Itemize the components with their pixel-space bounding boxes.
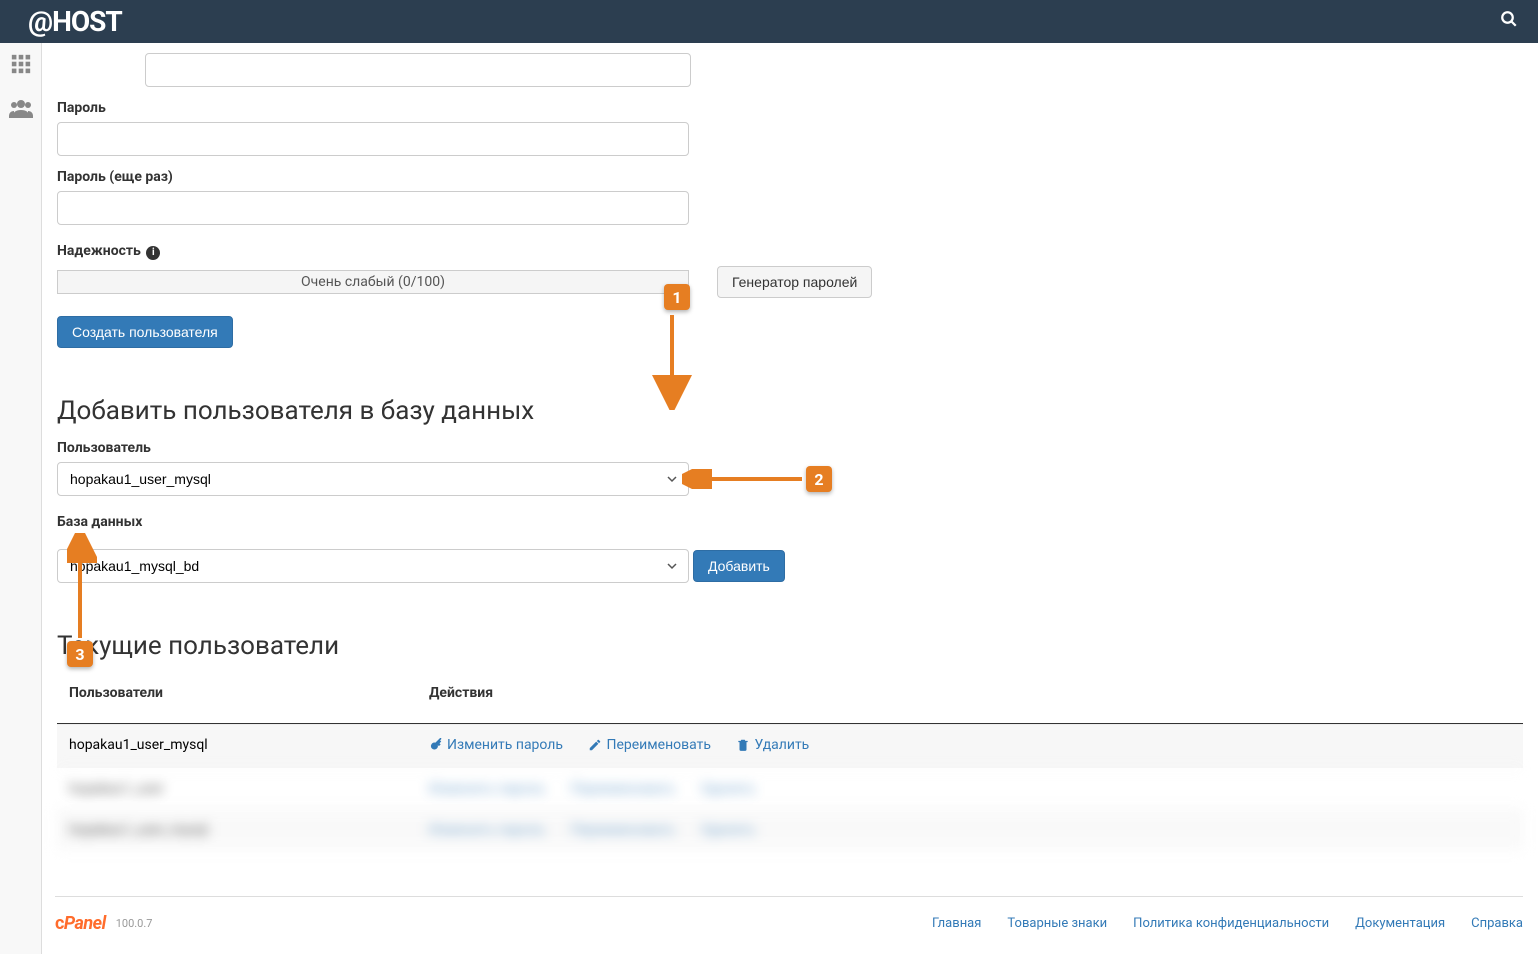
footer-links: Главная Товарные знаки Политика конфиден… [932, 916, 1523, 931]
database-select[interactable]: hopakau1_mysql_bd [57, 549, 689, 583]
database-select-label: База данных [57, 514, 1523, 530]
current-users-heading: Текущие пользователи [57, 631, 1523, 661]
brand-logo: @HOST [28, 5, 122, 38]
search-icon[interactable] [1500, 10, 1518, 33]
footer-link-privacy[interactable]: Политика конфиденциальности [1133, 916, 1329, 931]
table-row: hopakau1_user_mysql Изменить пароль Пере… [57, 809, 1523, 850]
footer-link-trademarks[interactable]: Товарные знаки [1007, 916, 1107, 931]
user-select-label: Пользователь [57, 440, 1523, 456]
footer-link-docs[interactable]: Документация [1355, 916, 1445, 931]
cpanel-logo: cPanel [55, 913, 106, 934]
user-select[interactable]: hopakau1_user_mysql [57, 462, 689, 496]
annotation-badge-3: 3 [67, 641, 93, 667]
users-icon[interactable] [9, 98, 33, 123]
column-users-header: Пользователи [69, 685, 429, 701]
version-text: 100.0.7 [116, 917, 153, 930]
delete-link[interactable]: Удалить [736, 737, 809, 753]
apps-grid-icon[interactable] [10, 53, 32, 80]
annotation-badge-2: 2 [806, 466, 832, 492]
top-input-partial[interactable] [145, 53, 691, 87]
key-icon [429, 738, 443, 752]
footer-link-help[interactable]: Справка [1471, 916, 1523, 931]
trash-icon [736, 738, 750, 752]
sidebar [0, 43, 42, 954]
add-button[interactable]: Добавить [693, 550, 785, 582]
table-row: hopakau1_user Изменить пароль Переименов… [57, 768, 1523, 809]
create-user-button[interactable]: Создать пользователя [57, 316, 233, 348]
change-password-link[interactable]: Изменить пароль [429, 737, 563, 753]
annotation-arrow-2 [682, 469, 812, 489]
annotation-badge-1: 1 [664, 284, 690, 310]
info-icon[interactable]: i [146, 246, 160, 260]
footer: cPanel 100.0.7 Главная Товарные знаки По… [55, 896, 1523, 954]
top-header: @HOST [0, 0, 1538, 43]
pencil-icon [588, 738, 602, 752]
user-cell: hopakau1_user_mysql [69, 737, 429, 756]
users-table-header: Пользователи Действия [57, 675, 1523, 711]
users-table: hopakau1_user_mysql Изменить пароль Пере… [57, 723, 1523, 850]
rename-link[interactable]: Переименовать [588, 737, 711, 753]
add-user-to-db-heading: Добавить пользователя в базу данных [57, 396, 1523, 426]
password-label: Пароль [57, 100, 1523, 116]
strength-meter: Очень слабый (0/100) [57, 270, 689, 294]
main-content: Пароль Пароль (еще раз) Надежность i Оче… [42, 43, 1538, 954]
password-generator-button[interactable]: Генератор паролей [717, 266, 872, 298]
password-again-label: Пароль (еще раз) [57, 169, 1523, 185]
table-row: hopakau1_user_mysql Изменить пароль Пере… [57, 724, 1523, 768]
column-actions-header: Действия [429, 685, 1511, 701]
footer-link-home[interactable]: Главная [932, 916, 981, 931]
password-again-input[interactable] [57, 191, 689, 225]
strength-label: Надежность i [57, 243, 1523, 260]
password-input[interactable] [57, 122, 689, 156]
